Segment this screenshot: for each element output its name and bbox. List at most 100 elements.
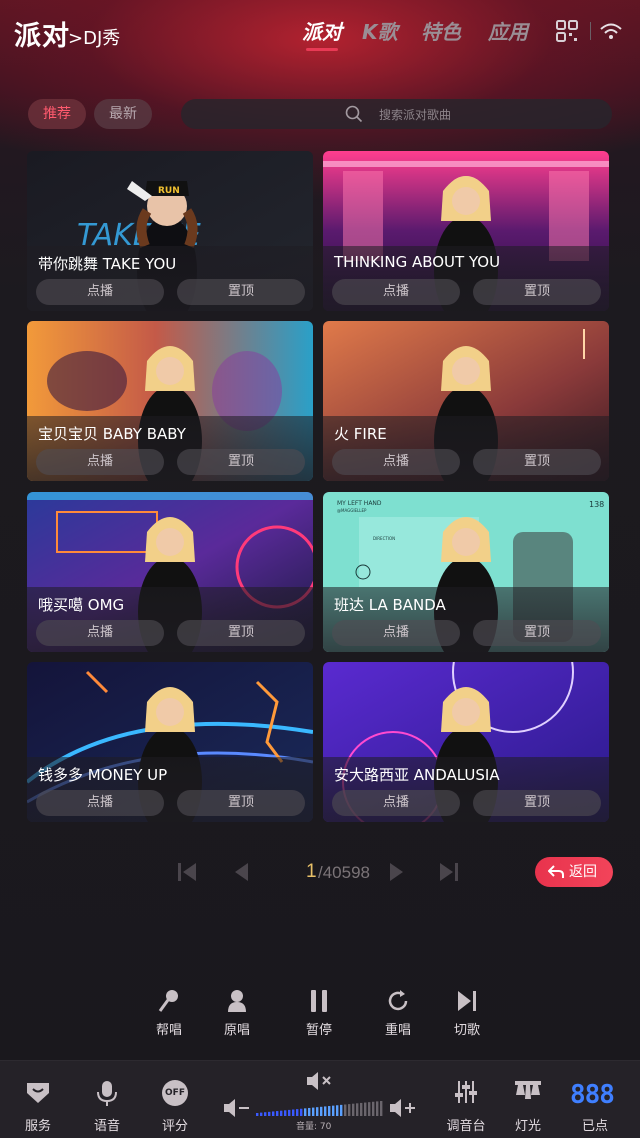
service-icon <box>27 1083 49 1103</box>
pin-top-button[interactable]: 置顶 <box>177 449 305 475</box>
song-title: 火 FIRE <box>334 425 387 443</box>
volume-tick <box>336 1105 339 1116</box>
play-button[interactable]: 点播 <box>332 790 460 816</box>
volume-tick <box>340 1104 343 1116</box>
volume-tick <box>312 1107 315 1116</box>
wifi-icon <box>600 23 622 39</box>
original-vocal-button[interactable]: 原唱 <box>209 985 265 1045</box>
volume-tick <box>308 1107 311 1116</box>
song-title: 安大路西亚 ANDALUSIA <box>334 766 500 784</box>
volume-tick <box>364 1102 367 1116</box>
pause-button[interactable]: 暂停 <box>291 985 347 1045</box>
pin-top-button[interactable]: 置顶 <box>473 790 601 816</box>
song-title: 带你跳舞 TAKE YOU <box>38 255 177 273</box>
volume-up-icon[interactable] <box>388 1097 418 1119</box>
pin-top-button[interactable]: 置顶 <box>473 449 601 475</box>
cap-text: RUN <box>158 186 180 196</box>
play-button[interactable]: 点播 <box>36 449 164 475</box>
control-label: 帮唱 <box>155 1023 182 1038</box>
search-icon <box>345 105 363 123</box>
chip-recommended[interactable]: 推荐 <box>28 99 86 129</box>
tab-apps[interactable]: 应用 <box>488 16 528 45</box>
top-bar: 派对 >DJ秀 派对 K歌 特色 应用 <box>0 0 640 62</box>
pin-top-button[interactable]: 置顶 <box>177 620 305 646</box>
volume-tick <box>352 1103 355 1116</box>
song-card[interactable]: 钱多多 MONEY UP 点播 置顶 <box>27 662 313 822</box>
control-label: 重唱 <box>384 1023 411 1038</box>
play-button[interactable]: 点播 <box>36 279 164 305</box>
skip-song-button[interactable]: 切歌 <box>439 985 495 1045</box>
search-placeholder: 搜索派对歌曲 <box>379 108 452 122</box>
volume-tick <box>360 1102 363 1116</box>
replay-button[interactable]: 重唱 <box>370 985 426 1045</box>
play-button[interactable]: 点播 <box>36 790 164 816</box>
mixer-button[interactable]: 调音台 <box>438 1076 494 1136</box>
play-button[interactable]: 点播 <box>332 620 460 646</box>
score-off-badge: OFF <box>162 1080 188 1106</box>
play-button[interactable]: 点播 <box>36 620 164 646</box>
volume-tick <box>264 1112 267 1116</box>
page-subtitle[interactable]: >DJ秀 <box>68 24 120 50</box>
qrcode-icon[interactable] <box>554 18 580 44</box>
next-page-icon[interactable] <box>385 860 409 884</box>
singer-icon <box>228 990 246 1012</box>
tab-featured[interactable]: 特色 <box>421 16 461 45</box>
song-title: 班达 LA BANDA <box>334 596 446 614</box>
pin-top-button[interactable]: 置顶 <box>177 790 305 816</box>
song-card[interactable]: 哦买噶 OMG 点播 置顶 <box>27 492 313 652</box>
tab-karaoke[interactable]: K歌 <box>362 16 398 45</box>
score-label: 评分 <box>161 1119 188 1134</box>
voice-label: 语音 <box>93 1119 120 1134</box>
voice-button[interactable]: 语音 <box>79 1076 135 1136</box>
lights-button[interactable]: 灯光 <box>500 1076 556 1136</box>
volume-slider[interactable] <box>256 1100 384 1116</box>
assist-sing-button[interactable]: 帮唱 <box>141 985 197 1045</box>
divider <box>590 22 591 40</box>
volume-tick <box>372 1101 375 1116</box>
volume-down-icon[interactable] <box>222 1097 252 1119</box>
volume-tick <box>272 1111 275 1116</box>
last-page-icon[interactable] <box>437 860 461 884</box>
service-button[interactable]: 服务 <box>10 1076 66 1136</box>
volume-tick <box>280 1110 283 1116</box>
pin-top-button[interactable]: 置顶 <box>473 620 601 646</box>
play-button[interactable]: 点播 <box>332 449 460 475</box>
first-page-icon[interactable] <box>175 860 199 884</box>
song-card[interactable]: TAKE ZE RUN 带你跳舞 TAKE YOU 点播 置顶 <box>27 151 313 311</box>
song-card[interactable]: THINKING ABOUT YOU 点播 置顶 <box>323 151 609 311</box>
volume-tick <box>324 1106 327 1116</box>
volume-tick <box>268 1111 271 1116</box>
volume-tick <box>260 1112 263 1116</box>
prev-page-icon[interactable] <box>229 860 253 884</box>
volume-tick <box>368 1102 371 1116</box>
volume-tick <box>304 1108 307 1116</box>
tab-party[interactable]: 派对 <box>302 16 342 51</box>
service-label: 服务 <box>24 1119 51 1134</box>
ordered-songs-button[interactable]: 已点 <box>567 1076 623 1136</box>
chip-latest[interactable]: 最新 <box>94 99 152 129</box>
song-card[interactable]: 宝贝宝贝 BABY BABY 点播 置顶 <box>27 321 313 481</box>
search-input[interactable]: 搜索派对歌曲 <box>181 99 612 129</box>
volume-tick <box>288 1109 291 1116</box>
volume-tick <box>380 1101 383 1116</box>
song-title: THINKING ABOUT YOU <box>334 253 501 271</box>
pin-top-button[interactable]: 置顶 <box>177 279 305 305</box>
pin-top-button[interactable]: 置顶 <box>473 279 601 305</box>
song-title: 哦买噶 OMG <box>38 596 125 614</box>
song-card[interactable]: MY LEFT HAND @MAGGIELLEP DIRECTION 138 班… <box>323 492 609 652</box>
back-arrow-icon <box>548 865 564 878</box>
volume-tick <box>300 1108 303 1116</box>
total-pages: /40598 <box>318 863 370 882</box>
mixer-label: 调音台 <box>446 1119 486 1134</box>
song-card[interactable]: 火 FIRE 点播 置顶 <box>323 321 609 481</box>
page-title: 派对 <box>14 21 70 52</box>
song-card[interactable]: 安大路西亚 ANDALUSIA 点播 置顶 <box>323 662 609 822</box>
back-button[interactable]: 返回 <box>535 857 613 887</box>
volume-tick <box>276 1111 279 1116</box>
back-label: 返回 <box>569 864 597 880</box>
mute-icon[interactable] <box>305 1070 335 1092</box>
volume-tick <box>376 1101 379 1116</box>
play-button[interactable]: 点播 <box>332 279 460 305</box>
score-button[interactable]: OFF 评分 <box>147 1076 203 1136</box>
voice-mic-icon <box>97 1081 117 1106</box>
